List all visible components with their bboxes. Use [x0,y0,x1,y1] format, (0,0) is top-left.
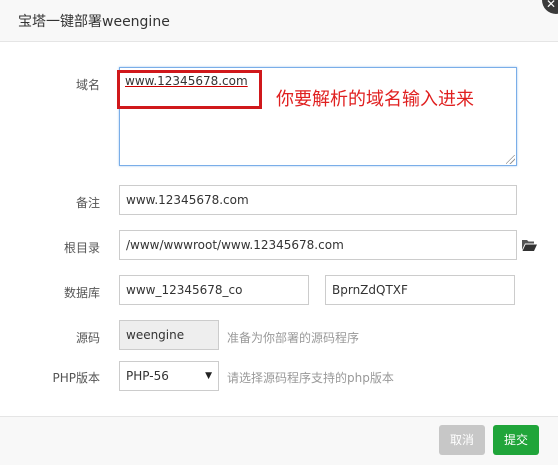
database-name-input[interactable]: www_12345678_co [119,275,309,305]
php-version-selected: PHP-56 [126,369,169,383]
annotation-text: 你要解析的域名输入进来 [276,89,474,110]
source-input: weengine [119,320,219,350]
root-dir-label: 根目录 [63,241,100,255]
close-icon: ✕ [546,0,557,11]
php-version-select[interactable]: PHP-56 ▼ [119,361,219,391]
remark-input[interactable]: www.12345678.com [119,185,517,215]
annotation-highlight-box [117,70,262,109]
submit-button[interactable]: 提交 [493,425,539,455]
deploy-dialog: 宝塔一键部署weengine ✕ 域名 www.12345678.com 你要解… [0,0,558,465]
database-label: 数据库 [63,286,100,300]
dropdown-arrow-icon: ▼ [205,371,212,381]
dialog-titlebar: 宝塔一键部署weengine [0,0,558,42]
database-password-input[interactable]: BprnZdQTXF [325,275,515,305]
source-label: 源码 [75,331,100,345]
resize-grip-icon[interactable] [506,155,515,164]
php-version-hint: 请选择源码程序支持的php版本 [227,371,394,385]
remark-label: 备注 [75,196,100,210]
source-hint: 准备为你部署的源码程序 [227,331,360,345]
domain-label: 域名 [75,78,100,92]
folder-open-icon[interactable] [521,238,537,252]
root-dir-input[interactable]: /www/wwwroot/www.12345678.com [119,230,517,260]
dialog-title: 宝塔一键部署weengine [18,14,170,30]
cancel-button[interactable]: 取消 [439,425,485,455]
php-version-label: PHP版本 [52,371,101,385]
